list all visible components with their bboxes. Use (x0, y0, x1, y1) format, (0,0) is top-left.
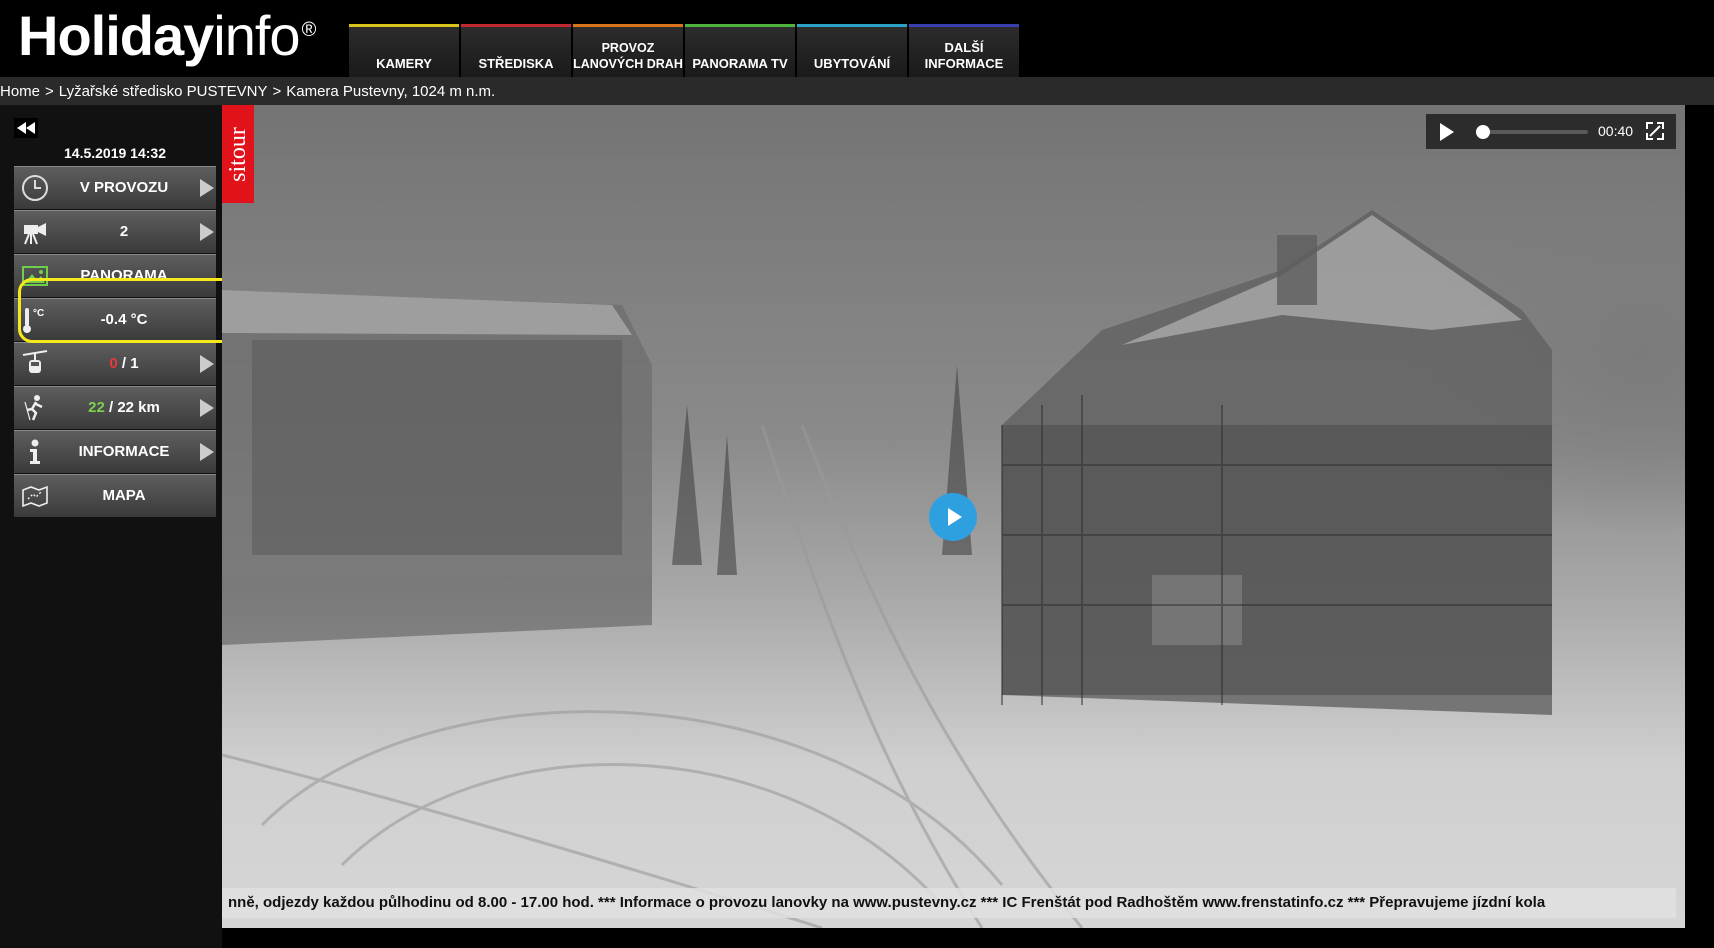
breadcrumb-separator: > (45, 83, 54, 100)
camera-datetime: 14.5.2019 14:32 (64, 145, 166, 161)
status-row[interactable]: V PROVOZU (14, 166, 216, 209)
arrow-right-icon (200, 443, 214, 461)
arrow-right-icon (200, 223, 214, 241)
map-label: MAPA (102, 487, 146, 504)
play-icon[interactable] (1440, 123, 1454, 141)
temperature-value: -0.4 °C (100, 311, 148, 328)
nav-panorama-tv[interactable]: PANORAMA TV (685, 24, 795, 77)
info-row[interactable]: INFORMACE (14, 430, 216, 473)
tracks-status: 22 / 22 km (54, 387, 194, 429)
video-camera-icon (20, 217, 50, 247)
seek-bar[interactable] (1476, 125, 1588, 139)
play-icon (948, 508, 962, 526)
info-menu: V PROVOZU 2 PANORAMA °C -0.4 °C 0 / 1 22… (14, 166, 216, 518)
lifts-row[interactable]: 0 / 1 (14, 342, 216, 385)
nav-ubytovani[interactable]: UBYTOVÁNÍ (797, 24, 907, 77)
clock-icon (20, 173, 50, 203)
tracks-row[interactable]: 22 / 22 km (14, 386, 216, 429)
cross-country-skier-icon (20, 393, 50, 423)
cameras-count: 2 (119, 223, 129, 240)
breadcrumb-bar: Home > Lyžařské středisko PUSTEVNY > Kamera … (0, 77, 1714, 105)
seek-handle[interactable] (1476, 125, 1490, 139)
cameras-row[interactable]: 2 (14, 210, 216, 253)
video-bottom-bar (222, 928, 1685, 948)
news-ticker: nně, odjezdy každou půlhodinu od 8.00 - … (222, 888, 1676, 918)
main-nav: KAMERY STŘEDISKA PROVOZ LANOVÝCH DRAH PA… (349, 24, 1019, 77)
webcam-video-player[interactable]: sitour 00:40 nně, odjezdy každou půlhodi… (222, 105, 1685, 928)
panorama-image-icon (20, 261, 50, 291)
nav-kamery[interactable]: KAMERY (349, 24, 459, 77)
sitour-logo[interactable]: sitour (222, 105, 254, 203)
fullscreen-icon[interactable] (1646, 122, 1664, 140)
map-icon (20, 481, 50, 511)
video-duration: 00:40 (1598, 123, 1634, 139)
breadcrumb: Home > Lyžařské středisko PUSTEVNY > Kamera … (0, 83, 495, 100)
thermometer-icon: °C (20, 305, 50, 335)
nav-dalsi-informace[interactable]: DALŠÍ INFORMACE (909, 24, 1019, 77)
nav-strediska[interactable]: STŘEDISKA (461, 24, 571, 77)
lifts-status: 0 / 1 (54, 343, 194, 385)
lifts-separator: / (117, 355, 131, 372)
breadcrumb-resort[interactable]: Lyžařské středisko PUSTEVNY (59, 83, 268, 100)
sitour-logo-text: sitour (224, 126, 251, 182)
lifts-total: 1 (130, 355, 139, 372)
panorama-row[interactable]: PANORAMA (14, 254, 216, 297)
ticker-text: nně, odjezdy každou půlhodinu od 8.00 - … (228, 894, 1546, 911)
arrow-right-icon (200, 179, 214, 197)
status-text: V PROVOZU (79, 179, 169, 196)
degree-celsius-icon-label: °C (33, 308, 44, 319)
logo-registered-mark: ® (301, 19, 317, 41)
logo-light-text: info (213, 4, 300, 67)
big-play-button[interactable] (929, 493, 977, 541)
tracks-total: 22 km (117, 399, 160, 416)
breadcrumb-camera: Kamera Pustevny, 1024 m n.m. (286, 83, 496, 100)
info-sidebar: 14.5.2019 14:32 V PROVOZU 2 PANORAMA °C (0, 105, 222, 948)
arrow-right-icon (200, 355, 214, 373)
info-icon (20, 437, 50, 467)
panorama-label: PANORAMA (80, 267, 168, 284)
holidayinfo-logo[interactable]: Holidayinfo ® (18, 2, 317, 70)
temperature-row: °C -0.4 °C (14, 298, 216, 341)
collapse-panel-button[interactable] (14, 118, 38, 138)
header: Holidayinfo ® KAMERY STŘEDISKA PROVOZ LAN… (0, 0, 1714, 77)
arrow-right-icon (200, 399, 214, 417)
logo-bold-text: Holiday (18, 4, 214, 67)
rewind-icon (17, 122, 35, 134)
breadcrumb-home[interactable]: Home (0, 83, 40, 100)
cable-car-icon (20, 349, 50, 379)
video-controls: 00:40 (1426, 114, 1676, 149)
nav-provoz-lanovych-drah[interactable]: PROVOZ LANOVÝCH DRAH (573, 24, 683, 77)
tracks-open: 22 (88, 399, 105, 416)
map-row[interactable]: MAPA (14, 474, 216, 517)
lifts-open: 0 (109, 355, 118, 372)
info-label: INFORMACE (78, 443, 170, 460)
breadcrumb-separator: > (272, 83, 282, 100)
tracks-separator: / (104, 399, 118, 416)
